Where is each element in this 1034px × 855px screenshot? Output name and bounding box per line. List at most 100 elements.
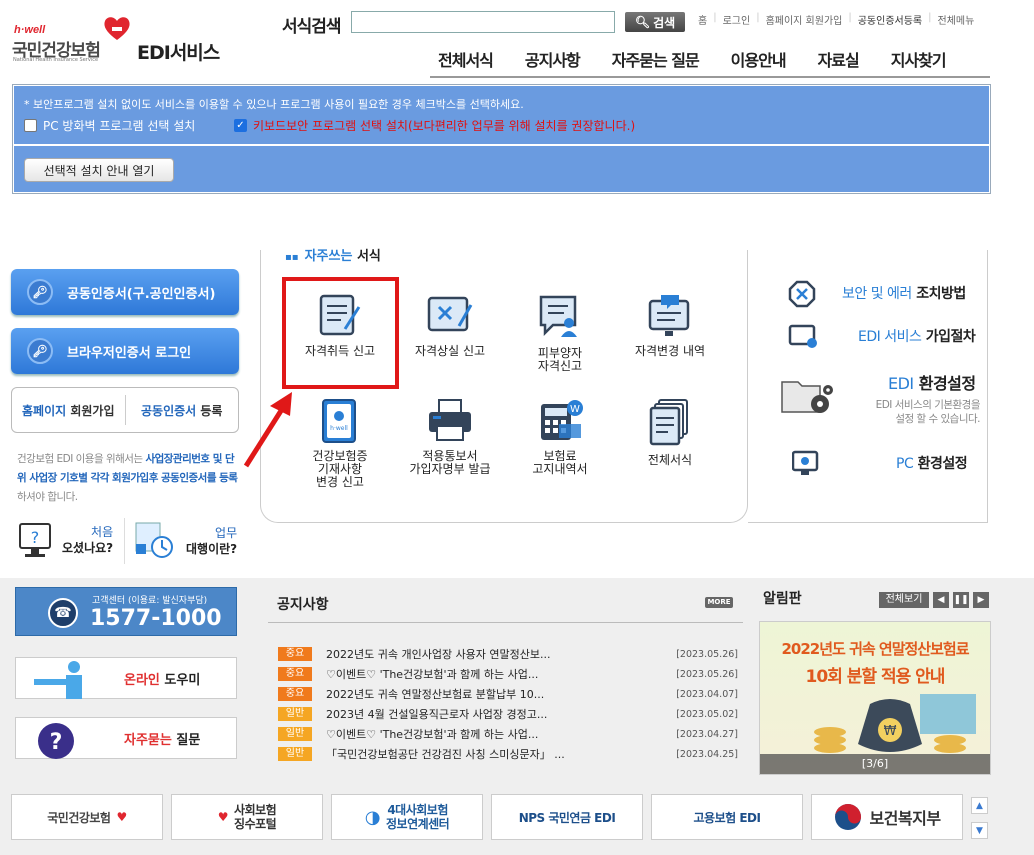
keyboard-security-label: 키보드보안 프로그램 선택 설치(보다편리한 업무를 위해 설치를 권장합니다.… [253,119,636,133]
utility-nav: 홈 | 로그인 | 홈페이지 회원가입 | 공동인증서등록 | 전체메뉴 [698,12,975,27]
form-insurance-card-change[interactable]: h·well 건강보험증 기재사항 변경 신고 [285,398,395,489]
firewall-label: PC 방화벽 프로그램 선택 설치 [43,119,196,133]
cert-register-link[interactable]: 공동인증서 등록 [126,402,239,419]
footer-logo-nps-edi[interactable]: NPS 국민연금 EDI [491,794,643,840]
heart-icon: ♥ [217,810,229,824]
frequent-forms-title: ▪▪ 자주쓰는 서식 [285,249,381,264]
main-nav: 전체서식 공지사항 자주묻는 질문 이용안내 자료실 지사찾기 [438,47,947,71]
firewall-checkbox[interactable] [24,119,37,132]
keyboard-security-option[interactable]: ✓ 키보드보안 프로그램 선택 설치(보다편리한 업무를 위해 설치를 권장합니다… [234,117,635,134]
notice-divider [268,622,743,623]
svg-text:₩: ₩ [884,724,897,739]
notice-date: [2023.05.26] [676,668,738,680]
notice-title: 「국민건강보험공단 건강검진 사칭 스미싱문자」 ... [326,748,565,761]
search-button[interactable]: 🔍︎ 검색 [625,12,685,32]
pause-icon[interactable]: ❚❚ [953,592,969,608]
notice-row[interactable]: 중요 2022년도 귀속 연말정산보험료 분할납부 10... [2023.04.0… [278,686,738,702]
svg-text:?: ? [50,730,63,755]
form-qualification-loss[interactable]: 자격상실 신고 [395,293,505,358]
svg-text:W: W [570,404,580,415]
svg-text:?: ? [31,528,40,547]
footer-logo-mohw[interactable]: 보건복지부 [811,794,963,840]
notice-date: [2023.05.02] [676,708,738,720]
logo-hwell: h·well [14,24,46,36]
notice-title: ♡이벤트♡ 'The건강보험'과 함께 하는 사업... [326,728,539,741]
scroll-up-icon[interactable]: ▲ [971,797,988,814]
keyboard-security-checkbox[interactable]: ✓ [234,119,247,132]
scroll-down-icon[interactable]: ▼ [971,822,988,839]
error-x-icon [788,280,816,308]
first-visit-link[interactable]: ? 처음 오셨나요? [18,520,113,560]
online-helper-link[interactable]: 온라인 도우미 [15,657,237,699]
homepage-join-link[interactable]: 홈페이지 회원가입 [12,402,125,419]
alarm-view-all-button[interactable]: 전체보기 [879,592,929,608]
nav-faq[interactable]: 자주묻는 질문 [612,47,700,71]
notice-title: 2023년 4월 건설일용직근로자 사업장 경정고... [326,708,548,721]
security-panel-top [14,86,989,144]
notice-badge: 중요 [278,647,312,661]
svg-text:h·well: h·well [330,425,348,432]
notice-title: ♡이벤트♡ 'The건강보험'과 함께 하는 사업... [326,668,539,681]
util-cert-register[interactable]: 공동인증서등록 [858,12,922,27]
footer-logo-employment-edi[interactable]: 고용보험 EDI [651,794,803,840]
calculator-icon: W [541,400,583,440]
notice-row[interactable]: 일반 ♡이벤트♡ 'The건강보험'과 함께 하는 사업... [2023.04.2… [278,726,738,742]
proxy-task-icon [135,522,173,558]
alarm-banner[interactable]: 2022년도 귀속 연말정산보험료 10회 분할 적용 안내 ₩ [3/6] [759,621,991,775]
browser-cert-login-button[interactable]: 🔑︎ 브라우저인증서 로그인 [11,328,239,374]
nav-branch[interactable]: 지사찾기 [891,47,947,71]
taegeuk-icon [835,804,862,830]
footer-logo-4insurance[interactable]: ◑ 4대사회보험 정보연계센터 [331,794,483,840]
swirl-icon: ◑ [364,806,381,828]
faq-link[interactable]: ? 자주묻는 질문 [15,717,237,759]
next-icon[interactable]: ▶ [973,592,989,608]
insurance-card-icon: h·well [322,399,356,443]
notice-row[interactable]: 중요 2022년도 귀속 개인사업장 사용자 연말정산보... [2023.05.2… [278,646,738,662]
footer-logo-social-insurance[interactable]: ♥ 사회보험 징수포털 [171,794,323,840]
notice-row[interactable]: 일반 「국민건강보험공단 건강검진 사칭 스미싱문자」 ... [2023.04.2… [278,746,738,762]
security-notice-text: * 보안프로그램 설치 없이도 서비스를 이용할 수 있으나 프로그램 사용이 … [24,98,524,111]
firewall-option[interactable]: PC 방화벽 프로그램 선택 설치 [24,117,195,134]
phone-icon: ☎ [48,598,78,628]
nav-guide[interactable]: 이용안내 [731,47,787,71]
notice-date: [2023.04.07] [676,688,738,700]
cert-login-label: 공동인증서(구.공인인증서) [67,286,216,302]
pc-settings-link[interactable]: PC 환경설정 [791,450,968,478]
notice-title: 2022년도 귀속 개인사업장 사용자 연말정산보... [326,648,551,661]
nav-notices[interactable]: 공지사항 [525,47,581,71]
edi-join-process-link[interactable]: EDI 서비스 가입절차 [788,323,976,351]
notice-date: [2023.05.26] [676,648,738,660]
nav-all-forms[interactable]: 전체서식 [438,47,494,71]
util-all-menu[interactable]: 전체메뉴 [938,12,975,27]
notice-board-title: 공지사항 [277,597,329,613]
form-all-forms[interactable]: 전체서식 [615,398,725,467]
notice-badge: 중요 [278,667,312,681]
cert-login-button[interactable]: 🔑︎ 공동인증서(구.공인인증서) [11,269,239,315]
nav-library[interactable]: 자료실 [818,47,860,71]
form-qualification-change[interactable]: 자격변경 내역 [615,293,725,358]
form-premium-statement[interactable]: W 보험료 고지내역서 [505,398,615,476]
notice-more-button[interactable]: MORE [705,597,733,608]
footer-logo-nhis[interactable]: 국민건강보험 ♥ [11,794,163,840]
proxy-service-link[interactable]: 업무 대행이란? [132,520,237,562]
nhis-logo[interactable]: h·well 국민건강보험 National Health Insurance … [12,12,227,72]
form-notice-issuance[interactable]: 적용통보서 가입자명부 발급 [395,398,505,476]
divider [124,518,125,564]
notice-date: [2023.04.25] [676,748,738,760]
util-join[interactable]: 홈페이지 회원가입 [766,12,843,27]
util-home[interactable]: 홈 [698,12,707,27]
notice-badge: 일반 [278,707,312,721]
prev-icon[interactable]: ◀ [933,592,949,608]
notice-row[interactable]: 일반 2023년 4월 건설일용직근로자 사업장 경정고... [2023.05.0… [278,706,738,722]
form-dependent-report[interactable]: 피부양자 자격신고 [505,293,615,373]
call-center-banner[interactable]: ☎ 고객센터 (이용료: 발신자부담) 1577-1000 [15,587,237,636]
install-guide-button[interactable]: 선택적 설치 안내 열기 [24,158,174,182]
alarm-board-title: 알림판 [763,591,802,607]
notice-title: 2022년도 귀속 연말정산보험료 분할납부 10... [326,688,545,701]
notice-badge: 일반 [278,747,312,761]
security-error-link[interactable]: 보안 및 에러 조치방법 [788,280,966,308]
nav-divider [430,76,990,78]
search-input[interactable] [351,11,615,33]
util-login[interactable]: 로그인 [723,12,751,27]
notice-row[interactable]: 중요 ♡이벤트♡ 'The건강보험'과 함께 하는 사업... [2023.05.2… [278,666,738,682]
